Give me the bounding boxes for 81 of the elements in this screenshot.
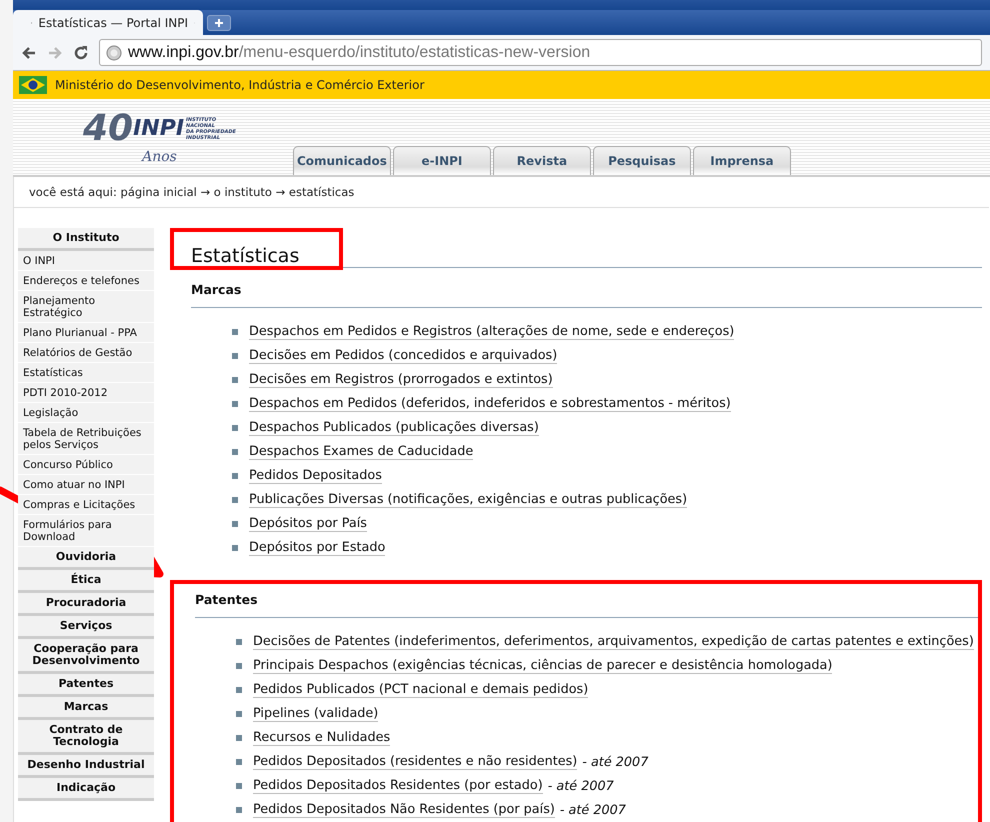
sidebar-item[interactable]: Ética xyxy=(18,570,154,593)
reload-icon[interactable] xyxy=(73,44,89,60)
statistics-link[interactable]: Despachos Publicados (publicações diversas) xyxy=(249,420,539,436)
sidebar-item[interactable]: Compras e Licitações xyxy=(18,495,154,515)
sidebar-item[interactable]: Planejamento Estratégico xyxy=(18,291,154,323)
bullet-icon xyxy=(232,545,238,551)
bullet-icon xyxy=(236,687,242,693)
sidebar-item[interactable]: Endereços e telefones xyxy=(18,271,154,291)
statistics-link[interactable]: Despachos em Pedidos (deferidos, indeferidos e sobrestamentos - méritos) xyxy=(249,396,731,412)
bullet-icon xyxy=(232,401,238,407)
sidebar-item[interactable]: Contrato de Tecnologia xyxy=(18,720,154,755)
sidebar-item[interactable]: Formulários para Download xyxy=(18,515,154,547)
ministry-name: Ministério do Desenvolvimento, Indústria e Comércio Exterior xyxy=(55,78,424,92)
bullet-icon xyxy=(232,473,238,479)
tab-title: Estatísticas — Portal INPI xyxy=(38,16,188,30)
bullet-icon xyxy=(232,353,238,359)
bullet-icon xyxy=(232,329,238,335)
sidebar-item[interactable]: Plano Plurianual - PPA xyxy=(18,323,154,343)
section-title: Marcas xyxy=(191,276,982,308)
sidebar-item[interactable]: Patentes xyxy=(18,674,154,697)
statistics-link[interactable]: Publicações Diversas (notificações, exigências e outras publicações) xyxy=(249,492,688,508)
nav-tab[interactable]: e-INPI xyxy=(392,146,491,175)
bullet-icon xyxy=(236,663,242,669)
sidebar-item[interactable]: Concurso Público xyxy=(18,455,154,475)
statistics-link[interactable]: Decisões de Patentes (indeferimentos, deferimentos, arquivamentos, expedição de cartas patentes e extinções) xyxy=(253,634,974,650)
address-bar[interactable]: www.inpi.gov.br/menu-esquerdo/instituto/estatisticas-new-version xyxy=(99,39,982,66)
breadcrumb: você está aqui: página inicial → o instituto → estatísticas xyxy=(13,177,989,208)
statistics-link[interactable]: Pedidos Depositados Residentes (por estado) xyxy=(253,778,543,794)
sidebar-item[interactable]: Serviços xyxy=(18,616,154,639)
bullet-icon xyxy=(236,735,242,741)
sidebar-item[interactable]: O INPI xyxy=(18,251,154,271)
sidebar-item[interactable]: Relatórios de Gestão xyxy=(18,343,154,363)
sidebar-item[interactable]: Ouvidoria xyxy=(18,547,154,570)
section-title: Patentes xyxy=(195,586,978,618)
sidebar-item[interactable]: Estatísticas xyxy=(18,363,154,383)
date-note: - até 2007 xyxy=(582,754,648,770)
statistics-link[interactable]: Depósitos por País xyxy=(249,516,367,532)
page-title: Estatísticas xyxy=(170,228,343,270)
statistics-link[interactable]: Decisões em Pedidos (concedidos e arquivados) xyxy=(249,348,558,364)
statistics-link[interactable]: Decisões em Registros (prorrogados e extintos) xyxy=(249,372,553,388)
sidebar-item[interactable]: Procuradoria xyxy=(18,593,154,616)
statistics-link[interactable]: Despachos Exames de Caducidade xyxy=(249,444,474,460)
bullet-icon xyxy=(232,377,238,383)
nav-tab[interactable]: Pesquisas xyxy=(592,146,691,175)
statistics-link[interactable]: Principais Despachos (exigências técnicas, ciências de parecer e desistência homologada) xyxy=(253,658,832,674)
sidebar-item[interactable]: Desenho Industrial xyxy=(18,755,154,778)
back-icon[interactable] xyxy=(21,44,37,60)
statistics-link[interactable]: Pedidos Depositados xyxy=(249,468,382,484)
statistics-link[interactable]: Despachos em Pedidos e Registros (alterações de nome, sede e endereços) xyxy=(249,324,734,340)
statistics-link[interactable]: Pedidos Depositados Não Residentes (por país) xyxy=(253,802,555,818)
statistics-link[interactable]: Depósitos por Estado xyxy=(249,540,386,556)
sidebar-item[interactable]: Cooperação para Desenvolvimento xyxy=(18,639,154,674)
sidebar-item[interactable]: Indicação xyxy=(18,778,154,801)
bullet-icon xyxy=(232,497,238,503)
bullet-icon xyxy=(236,759,242,765)
browser-tab[interactable]: Estatísticas — Portal INPI xyxy=(13,10,203,35)
bullet-icon xyxy=(232,425,238,431)
sidebar-item[interactable]: PDTI 2010-2012 xyxy=(18,383,154,403)
nav-tab[interactable]: Imprensa xyxy=(692,146,791,175)
sidebar-item[interactable]: Como atuar no INPI xyxy=(18,475,154,495)
sidebar-item[interactable]: O Instituto xyxy=(18,228,154,251)
date-note: - até 2007 xyxy=(560,802,626,818)
bullet-icon xyxy=(232,449,238,455)
new-tab-button[interactable] xyxy=(207,15,231,31)
statistics-link[interactable]: Pedidos Depositados (residentes e não residentes) xyxy=(253,754,578,770)
statistics-link[interactable]: Recursos e Nulidades xyxy=(253,730,390,746)
sidebar-item[interactable]: Marcas xyxy=(18,697,154,720)
sidebar-item[interactable]: Tabela de Retribuições pelos Serviços xyxy=(18,423,154,455)
bullet-icon xyxy=(236,711,242,717)
nav-tab[interactable]: Comunicados xyxy=(292,146,391,175)
flag-icon xyxy=(19,76,47,94)
bullet-icon xyxy=(236,639,242,645)
bullet-icon xyxy=(232,521,238,527)
nav-tab[interactable]: Revista xyxy=(492,146,591,175)
bullet-icon xyxy=(236,783,242,789)
sidebar-item[interactable]: Legislação xyxy=(18,403,154,423)
plus-icon xyxy=(214,18,224,28)
date-note: - até 2007 xyxy=(548,778,614,794)
statistics-link[interactable]: Pedidos Publicados (PCT nacional e demais pedidos) xyxy=(253,682,588,698)
statistics-link[interactable]: Pipelines (validade) xyxy=(253,706,378,722)
bullet-icon xyxy=(236,807,242,813)
